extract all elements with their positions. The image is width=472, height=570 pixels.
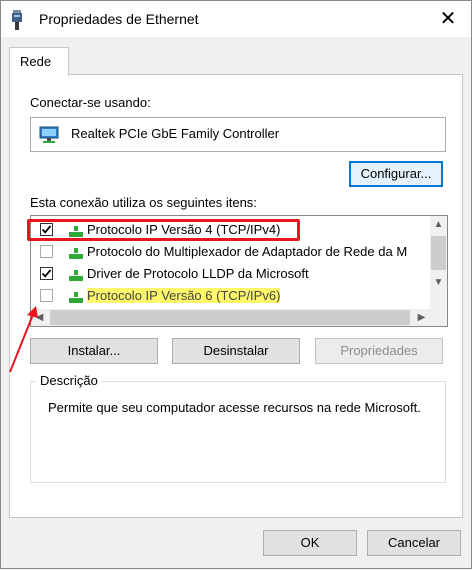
checkbox-unchecked[interactable] [40,289,53,302]
tab-rede[interactable]: Rede [9,47,69,76]
title-bar: Propriedades de Ethernet ✕ [1,1,471,37]
checkbox-unchecked[interactable] [40,245,53,258]
list-item-multiplexor[interactable]: Protocolo do Multiplexador de Adaptador … [31,242,431,264]
network-protocol-icon [69,270,83,285]
uninstall-button[interactable]: Desinstalar [172,338,300,364]
horizontal-scrollbar[interactable]: ◀ ▶ [31,309,447,326]
item-label: Protocolo IP Versão 4 (TCP/IPv4) [87,222,281,237]
item-label: Protocolo do Multiplexador de Adaptador … [87,244,408,259]
chevron-right-icon[interactable]: ▶ [413,309,430,326]
properties-dialog: Propriedades de Ethernet ✕ Rede Conectar… [0,0,472,569]
list-item-ipv4[interactable]: Protocolo IP Versão 4 (TCP/IPv4) [31,220,431,242]
scroll-thumb[interactable] [50,310,410,325]
list-item-lldp[interactable]: Driver de Protocolo LLDP da Microsoft [31,264,431,286]
chevron-down-icon[interactable]: ▼ [430,274,447,291]
description-text: Permite que seu computador acesse recurs… [48,400,421,415]
cancel-button[interactable]: Cancelar [367,530,461,556]
close-button[interactable]: ✕ [433,5,463,33]
checkbox-checked[interactable] [40,267,53,280]
network-tab-panel: Conectar-se usando: Realtek PCIe GbE Fam… [9,74,463,518]
adapter-field: Realtek PCIe GbE Family Controller [30,117,446,152]
tab-label: Rede [20,54,52,69]
configure-button[interactable]: Configurar... [349,161,443,187]
list-item-ipv6[interactable]: Protocolo IP Versão 6 (TCP/IPv6) [31,286,431,308]
window-title: Propriedades de Ethernet [39,11,199,27]
ethernet-cable-icon [9,10,25,33]
checkbox-checked[interactable] [40,223,53,236]
adapter-name: Realtek PCIe GbE Family Controller [71,126,280,141]
chevron-up-icon[interactable]: ▲ [430,216,447,233]
description-title: Descrição [36,373,102,388]
item-label-highlighted: Protocolo IP Versão 6 (TCP/IPv6) [87,288,281,303]
description-group [30,381,446,483]
scroll-thumb[interactable] [431,236,446,270]
network-protocol-icon [69,248,83,263]
network-protocol-icon [69,226,83,241]
vertical-scrollbar[interactable]: ▲ ▼ [430,216,447,309]
items-list[interactable]: Protocolo IP Versão 4 (TCP/IPv4) Protoco… [30,215,448,327]
install-button[interactable]: Instalar... [30,338,158,364]
connect-using-label: Conectar-se usando: [30,95,151,110]
chevron-left-icon[interactable]: ◀ [31,309,48,326]
ok-button[interactable]: OK [263,530,357,556]
items-label: Esta conexão utiliza os seguintes itens: [30,195,257,210]
item-label: Driver de Protocolo LLDP da Microsoft [87,266,309,281]
properties-button[interactable]: Propriedades [315,338,443,364]
network-protocol-icon [69,292,83,307]
network-adapter-icon [39,126,61,147]
